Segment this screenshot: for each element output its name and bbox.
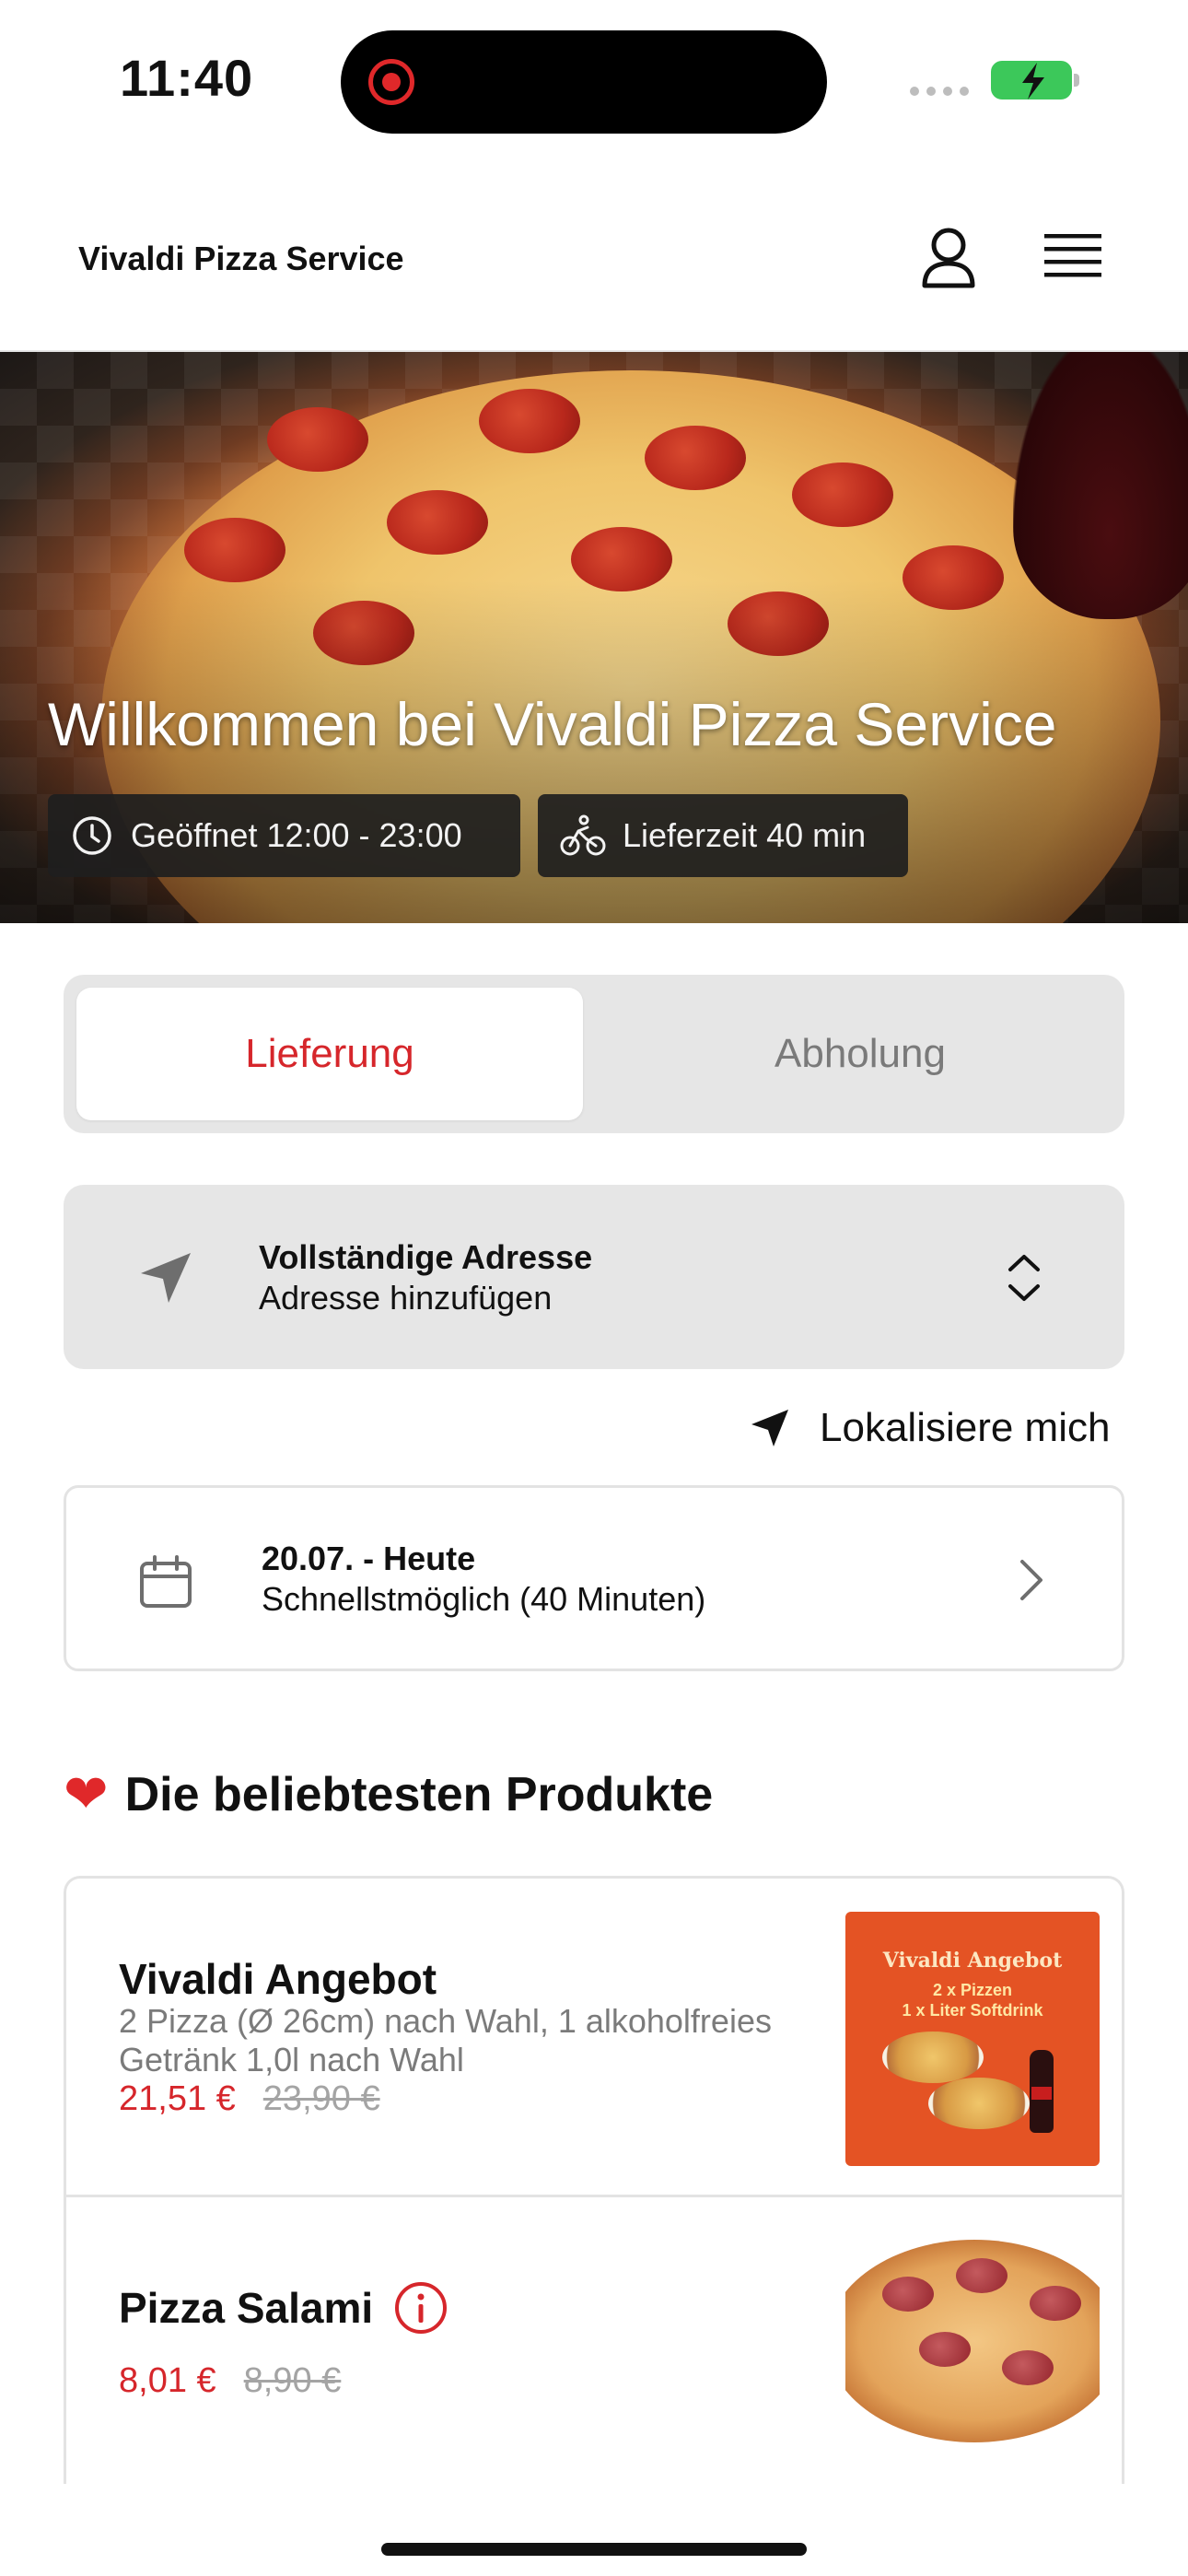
opening-hours-text: Geöffnet 12:00 - 23:00 — [131, 816, 462, 854]
product-price: 21,51 € — [119, 2079, 236, 2118]
recording-indicator-icon — [368, 59, 414, 105]
product-image[interactable] — [845, 2212, 1100, 2466]
popular-products-heading: ❤ Die beliebtesten Produkte — [64, 1767, 713, 1822]
delivery-date: 20.07. - Heute — [262, 1540, 476, 1577]
salami-slice — [882, 2277, 934, 2312]
calendar-icon — [140, 1555, 192, 1608]
mini-pizza-image — [928, 2078, 1030, 2129]
hamburger-menu-icon — [1044, 234, 1101, 277]
app-header: Vivaldi Pizza Service — [0, 184, 1188, 352]
product-old-price: 23,90 € — [262, 2079, 380, 2118]
mini-pizza-image — [882, 2032, 984, 2083]
hero-banner: Willkommen bei Vivaldi Pizza Service Geö… — [0, 352, 1188, 923]
product-price-row: 21,51 € 23,90 € — [119, 2079, 380, 2119]
chevron-right-icon — [1020, 1560, 1042, 1600]
salami-slice — [919, 2332, 971, 2367]
product-card[interactable]: Vivaldi Angebot 2 Pizza (Ø 26cm) nach Wa… — [66, 1879, 1122, 2197]
delivery-time-selector[interactable]: 20.07. - Heute Schnellstmöglich (40 Minu… — [64, 1485, 1124, 1671]
heart-icon: ❤ — [64, 1764, 109, 1824]
tab-delivery[interactable]: Lieferung — [76, 988, 583, 1120]
promo-image-line: 2 x Pizzen 1 x Liter Softdrink — [845, 1980, 1100, 2020]
battery-charging-icon — [991, 61, 1079, 100]
opening-hours-badge: Geöffnet 12:00 - 23:00 — [48, 794, 520, 877]
product-name: Vivaldi Angebot — [119, 1955, 437, 2003]
product-name: Pizza Salami — [119, 2284, 374, 2332]
product-price-row: 8,01 € 8,90 € — [119, 2361, 341, 2401]
promo-image-line-2: 1 x Liter Softdrink — [902, 2001, 1043, 2020]
location-arrow-icon — [751, 1410, 788, 1446]
promo-image-line-1: 2 x Pizzen — [932, 1981, 1013, 1999]
status-bar: 11:40 — [0, 0, 1188, 166]
salami-slice — [1002, 2350, 1054, 2385]
locate-me-button[interactable]: Lokalisiere mich — [748, 1400, 1110, 1456]
brand-name[interactable]: Vivaldi Pizza Service — [78, 240, 404, 278]
popular-products-title: Die beliebtesten Produkte — [124, 1768, 714, 1821]
promo-image-title: Vivaldi Angebot — [882, 1949, 1063, 1973]
user-icon — [922, 228, 975, 288]
home-indicator[interactable] — [381, 2543, 807, 2556]
delivery-slot: Schnellstmöglich (40 Minuten) — [262, 1580, 706, 1618]
delivery-time-badge: Lieferzeit 40 min — [538, 794, 908, 877]
delivery-time-text: Lieferzeit 40 min — [623, 816, 867, 854]
order-mode-toggle: Lieferung Abholung — [64, 975, 1124, 1133]
address-title: Vollständige Adresse — [259, 1238, 593, 1276]
info-icon[interactable] — [393, 2280, 448, 2336]
product-card[interactable]: Pizza Salami 8,01 € 8,90 € — [66, 2197, 1122, 2484]
salami-slice — [956, 2258, 1007, 2293]
salami-slice — [1030, 2286, 1081, 2321]
tab-pickup[interactable]: Abholung — [607, 988, 1113, 1120]
product-price: 8,01 € — [119, 2361, 216, 2400]
navigation-arrow-icon — [141, 1253, 191, 1303]
product-name-row: Pizza Salami — [119, 2280, 448, 2336]
signal-icon — [910, 87, 969, 96]
product-description: 2 Pizza (Ø 26cm) nach Wahl, 1 alkoholfre… — [119, 2002, 772, 2078]
chevron-up-down-icon — [1008, 1255, 1040, 1301]
product-image[interactable]: Vivaldi Angebot 2 x Pizzen 1 x Liter Sof… — [845, 1912, 1100, 2166]
dynamic-island — [341, 30, 827, 134]
address-subtitle: Adresse hinzufügen — [259, 1279, 553, 1317]
status-time: 11:40 — [120, 49, 254, 107]
soda-bottle-image — [1030, 2050, 1054, 2133]
popular-products-list: Vivaldi Angebot 2 Pizza (Ø 26cm) nach Wa… — [64, 1876, 1124, 2484]
address-selector[interactable]: Vollständige Adresse Adresse hinzufügen — [64, 1185, 1124, 1369]
account-button[interactable] — [912, 221, 985, 295]
clock-icon — [73, 816, 111, 855]
bicycle-courier-icon — [560, 814, 606, 856]
menu-button[interactable] — [1041, 228, 1105, 287]
locate-me-label: Lokalisiere mich — [820, 1405, 1111, 1450]
product-old-price: 8,90 € — [243, 2361, 342, 2400]
hero-title: Willkommen bei Vivaldi Pizza Service — [48, 690, 1057, 758]
